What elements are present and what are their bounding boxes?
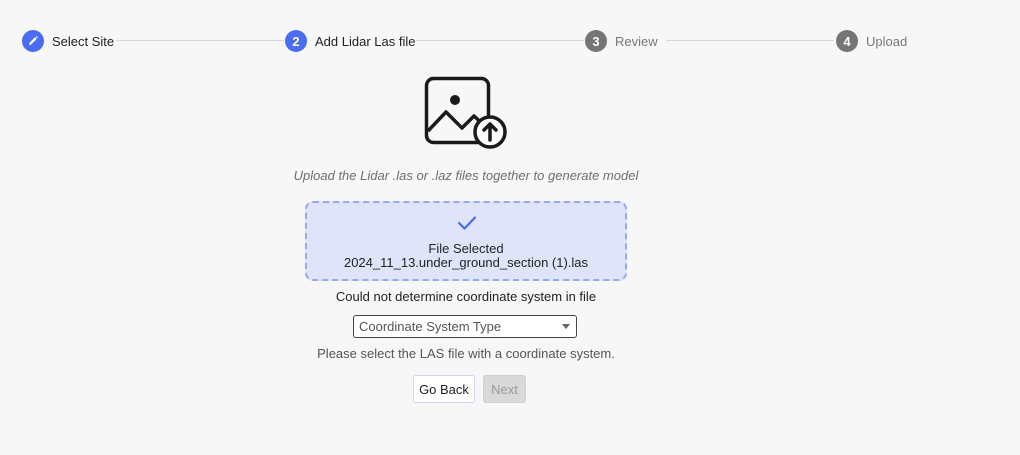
file-dropzone[interactable]: File Selected 2024_11_13.under_ground_se… (305, 201, 627, 281)
check-icon (457, 216, 477, 230)
step-review[interactable]: 3 Review (585, 28, 658, 54)
coordinate-system-select[interactable]: Coordinate System Type (353, 315, 577, 338)
step-upload[interactable]: 4 Upload (836, 28, 907, 54)
file-selected-status: File Selected (428, 241, 504, 256)
stepper: Select Site 2 Add Lidar Las file 3 Revie… (22, 28, 912, 54)
step-select-site[interactable]: Select Site (22, 28, 114, 54)
pencil-icon (22, 30, 44, 52)
step-number: 3 (585, 30, 607, 52)
step-label: Add Lidar Las file (315, 33, 416, 49)
step-add-lidar-las-file[interactable]: 2 Add Lidar Las file (285, 28, 415, 54)
step-connector (116, 40, 284, 41)
step-label: Upload (866, 33, 908, 49)
go-back-button[interactable]: Go Back (413, 375, 475, 403)
step-number: 4 (836, 30, 858, 52)
next-button[interactable]: Next (483, 375, 526, 403)
coordinate-system-select-value: Coordinate System Type (359, 319, 502, 334)
step-connector (666, 40, 834, 41)
selected-file-name: 2024_11_13.under_ground_section (1).las (343, 255, 589, 270)
step-number: 2 (285, 30, 307, 52)
coordinate-helper-text: Please select the LAS file with a coordi… (317, 346, 615, 361)
step-label: Review (615, 33, 658, 49)
step-label: Select Site (52, 33, 115, 49)
chevron-down-icon (562, 324, 570, 329)
upload-instruction: Upload the Lidar .las or .laz files toge… (293, 168, 639, 183)
step-connector (416, 40, 584, 41)
image-upload-icon (424, 76, 508, 150)
coordinate-error-message: Could not determine coordinate system in… (335, 289, 597, 304)
